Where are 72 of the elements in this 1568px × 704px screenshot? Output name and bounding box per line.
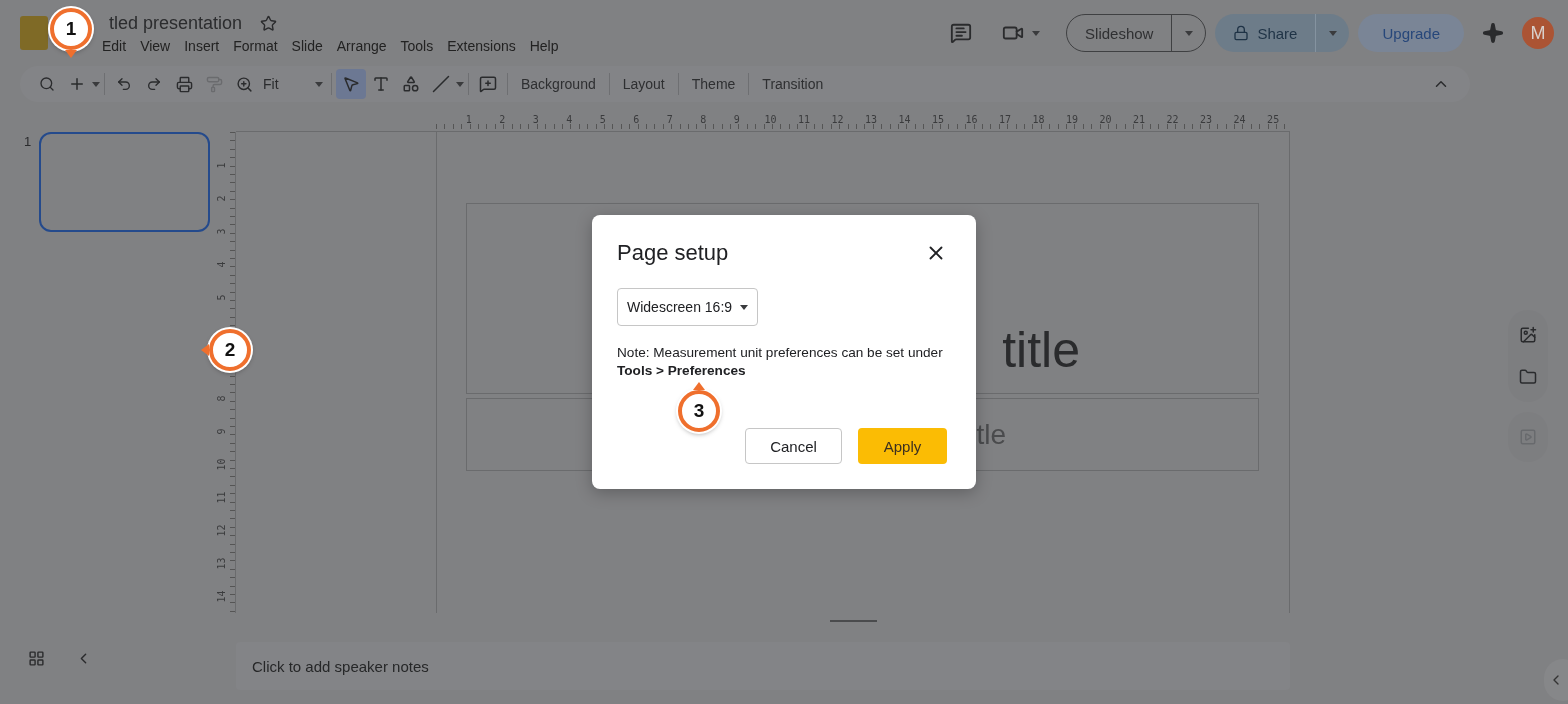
resize-handle[interactable]	[830, 620, 877, 622]
cursor-icon[interactable]	[336, 69, 366, 99]
menu-item[interactable]: Arrange	[329, 37, 394, 54]
ruler-label: 22	[1165, 114, 1180, 125]
ruler-label: 5	[598, 114, 607, 125]
menu-item[interactable]: Format	[226, 37, 285, 54]
zoom-dropdown[interactable]: Fit	[259, 76, 327, 92]
ruler-label: 3	[531, 114, 540, 125]
image-icon[interactable]	[1519, 326, 1537, 344]
toolbar-button[interactable]: Background	[512, 76, 605, 92]
ruler-label: 8	[215, 394, 229, 404]
menu-item[interactable]: Edit	[95, 37, 134, 54]
ruler-label: 23	[1199, 114, 1214, 125]
toolbar-button[interactable]: Transition	[753, 76, 833, 92]
ruler-label: 10	[215, 457, 229, 472]
ruler-label: 13	[863, 114, 878, 125]
comment-icon[interactable]	[950, 22, 973, 44]
apply-button[interactable]: Apply	[858, 428, 947, 464]
ruler-label: 1	[464, 114, 473, 125]
slide-number: 1	[24, 134, 32, 149]
document-title[interactable]: tled presentation	[109, 12, 243, 34]
ruler-label: 21	[1132, 114, 1147, 125]
upgrade-button[interactable]: Upgrade	[1358, 14, 1464, 52]
grid-icon[interactable]	[28, 650, 45, 667]
ruler-label: 17	[998, 114, 1013, 125]
ruler-label: 20	[1098, 114, 1113, 125]
ruler-label: 9	[732, 114, 741, 125]
ruler-label: 8	[699, 114, 708, 125]
size-dropdown[interactable]: Widescreen 16:9	[617, 288, 759, 326]
ruler-label: 3	[215, 227, 229, 237]
ruler-label: 18	[1031, 114, 1046, 125]
ruler-label: 9	[215, 427, 229, 437]
sparkle-icon[interactable]	[1482, 22, 1504, 44]
lock-icon	[1233, 25, 1250, 41]
star-icon[interactable]	[260, 14, 278, 32]
menu-item[interactable]: Extensions	[440, 37, 523, 54]
ruler-label: 24	[1232, 114, 1247, 125]
menu-item[interactable]: Slide	[284, 37, 330, 54]
toolbar-button[interactable]: Theme	[682, 76, 745, 92]
toolbar-button[interactable]: Layout	[613, 76, 674, 92]
speaker-notes-field[interactable]: Click to add speaker notes	[236, 642, 1290, 690]
ruler-label: 13	[215, 556, 229, 571]
ruler-label: 6	[632, 114, 641, 125]
cancel-button[interactable]: Cancel	[745, 428, 842, 464]
ruler-label: 1	[215, 161, 229, 171]
user-avatar[interactable]: M	[1522, 17, 1554, 49]
slide-thumbnail[interactable]	[39, 132, 211, 232]
ruler-label: 11	[796, 114, 811, 125]
ruler-label: 5	[215, 293, 229, 303]
menu-item[interactable]: Insert	[177, 37, 227, 54]
ruler-label: 16	[964, 114, 979, 125]
ruler-label: 14	[215, 589, 229, 604]
menu-item[interactable]: View	[133, 37, 178, 54]
ruler-label: 2	[498, 114, 507, 125]
menu-item[interactable]: Tools	[393, 37, 441, 54]
title-text: title	[1002, 321, 1080, 379]
note-text: Note: Measurement unit preferences can be set under Tools > Preferences	[617, 344, 944, 380]
ruler-label: 4	[215, 260, 229, 270]
ruler-label: 12	[215, 523, 229, 538]
ruler-label: 4	[565, 114, 574, 125]
dialog-title: Page setup	[617, 240, 729, 266]
ruler-label: 12	[830, 114, 845, 125]
ruler-label: 7	[665, 114, 674, 125]
ruler-label: 10	[763, 114, 778, 125]
ruler-label: 15	[930, 114, 945, 125]
menu-item[interactable]: Help	[522, 37, 566, 54]
ruler-label: 25	[1266, 114, 1281, 125]
ruler-label: 11	[215, 490, 229, 505]
folder-icon[interactable]	[1519, 368, 1537, 386]
ruler-label: 14	[897, 114, 912, 125]
ruler-label: 19	[1065, 114, 1080, 125]
ruler-label: 2	[215, 194, 229, 204]
